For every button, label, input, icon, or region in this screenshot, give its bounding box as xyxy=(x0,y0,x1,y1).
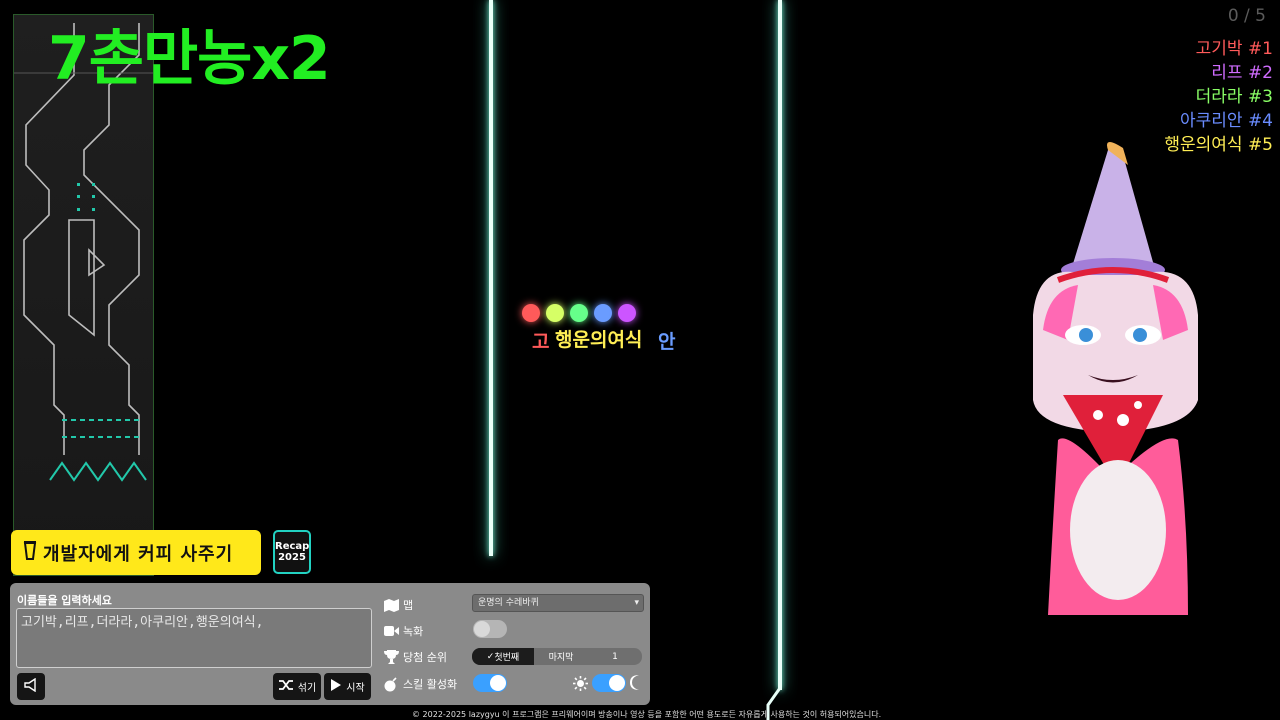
coffee-cup-icon xyxy=(23,539,37,566)
rank-number-value: 1 xyxy=(612,651,618,662)
record-toggle[interactable] xyxy=(473,620,507,638)
record-toggle-knob xyxy=(474,621,490,637)
play-icon xyxy=(330,678,342,695)
marble xyxy=(522,304,540,322)
skill-toggle-knob xyxy=(490,675,506,691)
minimap[interactable] xyxy=(13,14,154,576)
theme-toggle[interactable] xyxy=(592,674,626,692)
shuffle-label: 섞기 xyxy=(297,683,317,694)
recap-line2: 2025 xyxy=(278,552,306,563)
marble-label-back: 고 xyxy=(532,331,550,353)
shuffle-icon xyxy=(278,678,294,695)
skill-label: 스킬 활성화 xyxy=(403,678,458,691)
megaphone-icon xyxy=(23,677,39,695)
start-button[interactable]: 시작 xyxy=(324,673,371,700)
names-textarea[interactable]: 고기박,리프,더라라,아쿠리안,행운의여식, xyxy=(16,608,372,668)
map-icon xyxy=(383,598,399,612)
marble xyxy=(618,304,636,322)
ranking-name: 고기박 xyxy=(1195,39,1243,59)
ranking-name: 리프 xyxy=(1211,63,1243,83)
bomb-icon xyxy=(383,676,399,691)
map-select-value: 운명의 수레바퀴 xyxy=(478,598,539,608)
page-title: 7촌만농x2 xyxy=(48,24,331,94)
map-select[interactable]: 운명의 수레바퀴 ▾ xyxy=(472,594,644,612)
video-camera-icon xyxy=(383,624,399,638)
ranking-number: #4 xyxy=(1247,111,1273,131)
ranking-number: #5 xyxy=(1247,135,1273,155)
finish-counter: 0 / 5 xyxy=(1227,6,1266,26)
winner-rank-label: 당첨 순위 xyxy=(403,651,447,664)
ranking-item: 리프 #2 xyxy=(1211,58,1273,83)
buy-coffee-label: 개발자에게 커피 사주기 xyxy=(43,543,234,565)
marble xyxy=(594,304,612,322)
record-label: 녹화 xyxy=(403,625,424,638)
last-option-button[interactable]: 마지막 xyxy=(534,648,588,665)
check-icon: ✓ xyxy=(486,651,495,662)
ranking-item: 더라라 #3 xyxy=(1196,82,1273,107)
control-panel: 이름들을 입력하세요 고기박,리프,더라라,아쿠리안,행운의여식, 섞기 시작 … xyxy=(10,583,650,705)
marble xyxy=(546,304,564,322)
winner-rank-row-label: 당첨 순위 xyxy=(383,649,447,665)
winner-rank-group: ✓ 첫번째 마지막 1 xyxy=(472,648,642,665)
rank-number-input[interactable]: 1 xyxy=(588,648,642,665)
record-row-label: 녹화 xyxy=(383,623,423,639)
map-row-label: 맵 xyxy=(383,597,413,613)
first-option-label: 첫번째 xyxy=(494,653,520,663)
sun-icon xyxy=(573,676,588,695)
announce-button[interactable] xyxy=(17,673,45,700)
buy-coffee-button[interactable]: 개발자에게 커피 사주기 xyxy=(11,530,261,575)
ranking-name: 더라라 xyxy=(1195,87,1243,107)
ranking-item: 고기박 #1 xyxy=(1196,34,1273,59)
trophy-icon xyxy=(383,650,399,664)
marble xyxy=(570,304,588,322)
ranking-item: 아쿠리안 #4 xyxy=(1180,106,1273,131)
recap-button[interactable]: Recap 2025 xyxy=(273,530,311,574)
ranking-name: 아쿠리안 xyxy=(1179,111,1243,131)
ranking-number: #1 xyxy=(1247,39,1273,59)
marble-label-front: 행운의여식 xyxy=(555,329,643,351)
left-wall xyxy=(489,0,493,556)
start-label: 시작 xyxy=(346,683,365,694)
last-option-label: 마지막 xyxy=(548,653,574,663)
first-option-button[interactable]: ✓ 첫번째 xyxy=(472,648,534,665)
skill-toggle[interactable] xyxy=(473,674,507,692)
chevron-down-icon: ▾ xyxy=(634,598,639,608)
names-label: 이름들을 입력하세요 xyxy=(17,594,112,607)
minimap-track-icon xyxy=(14,23,153,482)
right-wall xyxy=(778,0,782,690)
shuffle-button[interactable]: 섞기 xyxy=(273,673,321,700)
skill-row-label: 스킬 활성화 xyxy=(383,676,457,692)
cat-mascot-icon xyxy=(1033,141,1198,615)
footer-copyright: © 2022-2025 lazygyu 이 프로그램은 프리웨어이며 방송이나 … xyxy=(412,710,882,719)
recap-line1: Recap xyxy=(275,541,310,552)
ranking-number: #2 xyxy=(1247,63,1273,83)
marble-label-back: 안 xyxy=(658,331,676,353)
map-label: 맵 xyxy=(403,599,414,612)
theme-toggle-knob xyxy=(609,675,625,691)
ranking-number: #3 xyxy=(1247,87,1273,107)
moon-icon xyxy=(628,675,641,694)
